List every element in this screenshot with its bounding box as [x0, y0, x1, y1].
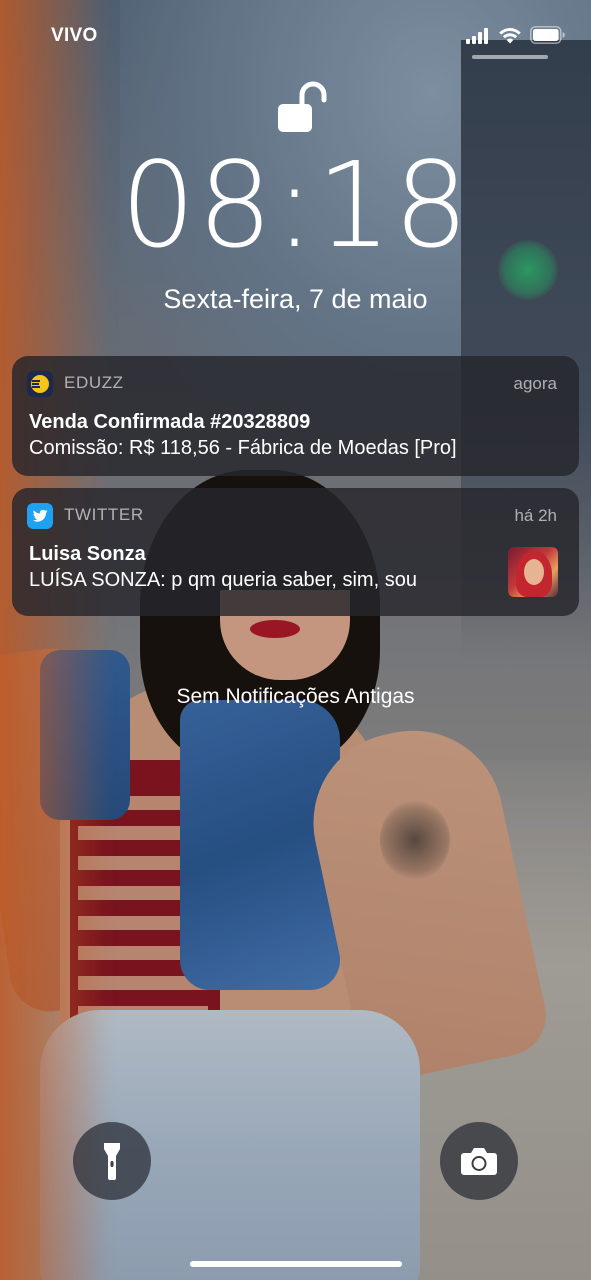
notification-app-name: TWITTER: [64, 505, 144, 524]
notification-title: Venda Confirmada #20328809: [29, 411, 311, 433]
notification-time: agora: [513, 374, 557, 393]
battery-icon: [530, 26, 565, 44]
camera-button[interactable]: [440, 1122, 518, 1200]
eduzz-app-icon: [27, 371, 53, 397]
status-bar: VIVO: [0, 0, 591, 70]
notification-body: Comissão: R$ 118,56 - Fábrica de Moedas …: [29, 437, 457, 459]
flashlight-button[interactable]: [73, 1122, 151, 1200]
notification-thumbnail: [508, 547, 558, 597]
notification-time: há 2h: [514, 506, 557, 525]
notification-twitter[interactable]: TWITTER há 2h Luisa Sonza LUÍSA SONZA: p…: [12, 488, 579, 616]
lock-screen-time: 08:18: [120, 136, 471, 274]
camera-icon: [461, 1148, 497, 1175]
home-indicator[interactable]: [190, 1261, 402, 1267]
flashlight-icon: [104, 1143, 120, 1180]
lock-screen-date: Sexta-feira, 7 de maio: [163, 284, 428, 314]
control-center-indicator[interactable]: [472, 55, 548, 59]
cellular-signal-icon: [466, 28, 490, 44]
notification-app-name: EDUZZ: [64, 373, 124, 392]
notification-body: LUÍSA SONZA: p qm queria saber, sim, sou: [29, 569, 417, 591]
no-older-notifications-label: Sem Notificações Antigas: [176, 685, 415, 708]
wifi-icon: [499, 28, 521, 44]
notification-title: Luisa Sonza: [29, 543, 146, 565]
unlocked-padlock-icon: [278, 81, 327, 132]
twitter-app-icon: [27, 503, 53, 529]
notification-eduzz[interactable]: EDUZZ agora Venda Confirmada #20328809 C…: [12, 356, 579, 476]
carrier-name: VIVO: [51, 25, 98, 46]
